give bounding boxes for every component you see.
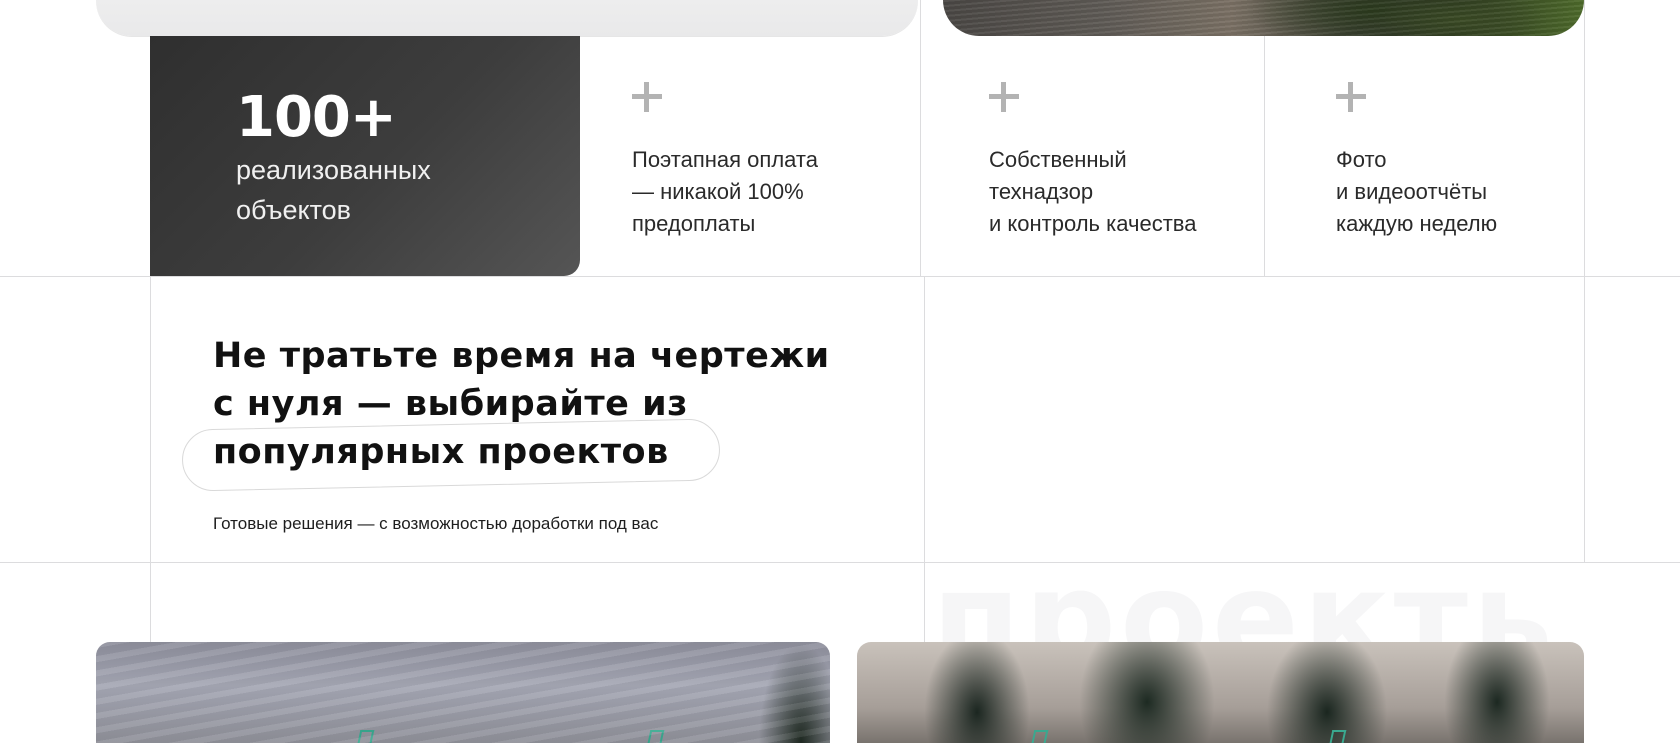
roof-accent	[1327, 730, 1347, 743]
headline-line: Не тратьте время на чертежи	[213, 336, 830, 376]
headline-line: с нуля — выбирайте из	[213, 384, 688, 424]
stat-label: реализованных объектов	[236, 155, 431, 225]
roof-accent	[645, 730, 665, 743]
project-card-image[interactable]	[857, 642, 1584, 743]
top-card-photo	[943, 0, 1584, 36]
grid-line-horizontal	[0, 276, 1680, 277]
feature-text: Собственный технадзор и контроль качеств…	[989, 147, 1197, 236]
feature-supervision: Собственный технадзор и контроль качеств…	[988, 36, 1264, 276]
feature-text: Поэтапная оплата — никакой 100% предопла…	[632, 147, 818, 236]
section-watermark: проекты	[932, 560, 1552, 644]
grid-line-vertical	[924, 276, 925, 642]
plus-icon	[989, 82, 1019, 112]
roof-accent	[355, 730, 375, 743]
feature-payment: Поэтапная оплата — никакой 100% предопла…	[631, 36, 920, 276]
roof-accent	[1029, 730, 1049, 743]
top-card-light	[96, 0, 918, 36]
project-card-image[interactable]	[96, 642, 830, 743]
plus-icon	[1336, 82, 1366, 112]
headline-line: популярных проектов	[213, 432, 669, 472]
section-headline: Не тратьте время на чертежи с нуля — выб…	[213, 332, 913, 476]
stat-number: 100+	[236, 85, 397, 150]
plus-icon	[632, 82, 662, 112]
feature-text: Фото и видеоотчёты каждую неделю	[1336, 147, 1498, 236]
stat-card: 100+ реализованных объектов	[150, 36, 580, 276]
grid-line-vertical	[1584, 0, 1585, 562]
watermark-text: проекты	[932, 560, 1552, 644]
section-subtitle: Готовые решения — с возможностью доработ…	[213, 514, 659, 533]
feature-reports: Фото и видеоотчёты каждую неделю	[1335, 36, 1584, 276]
